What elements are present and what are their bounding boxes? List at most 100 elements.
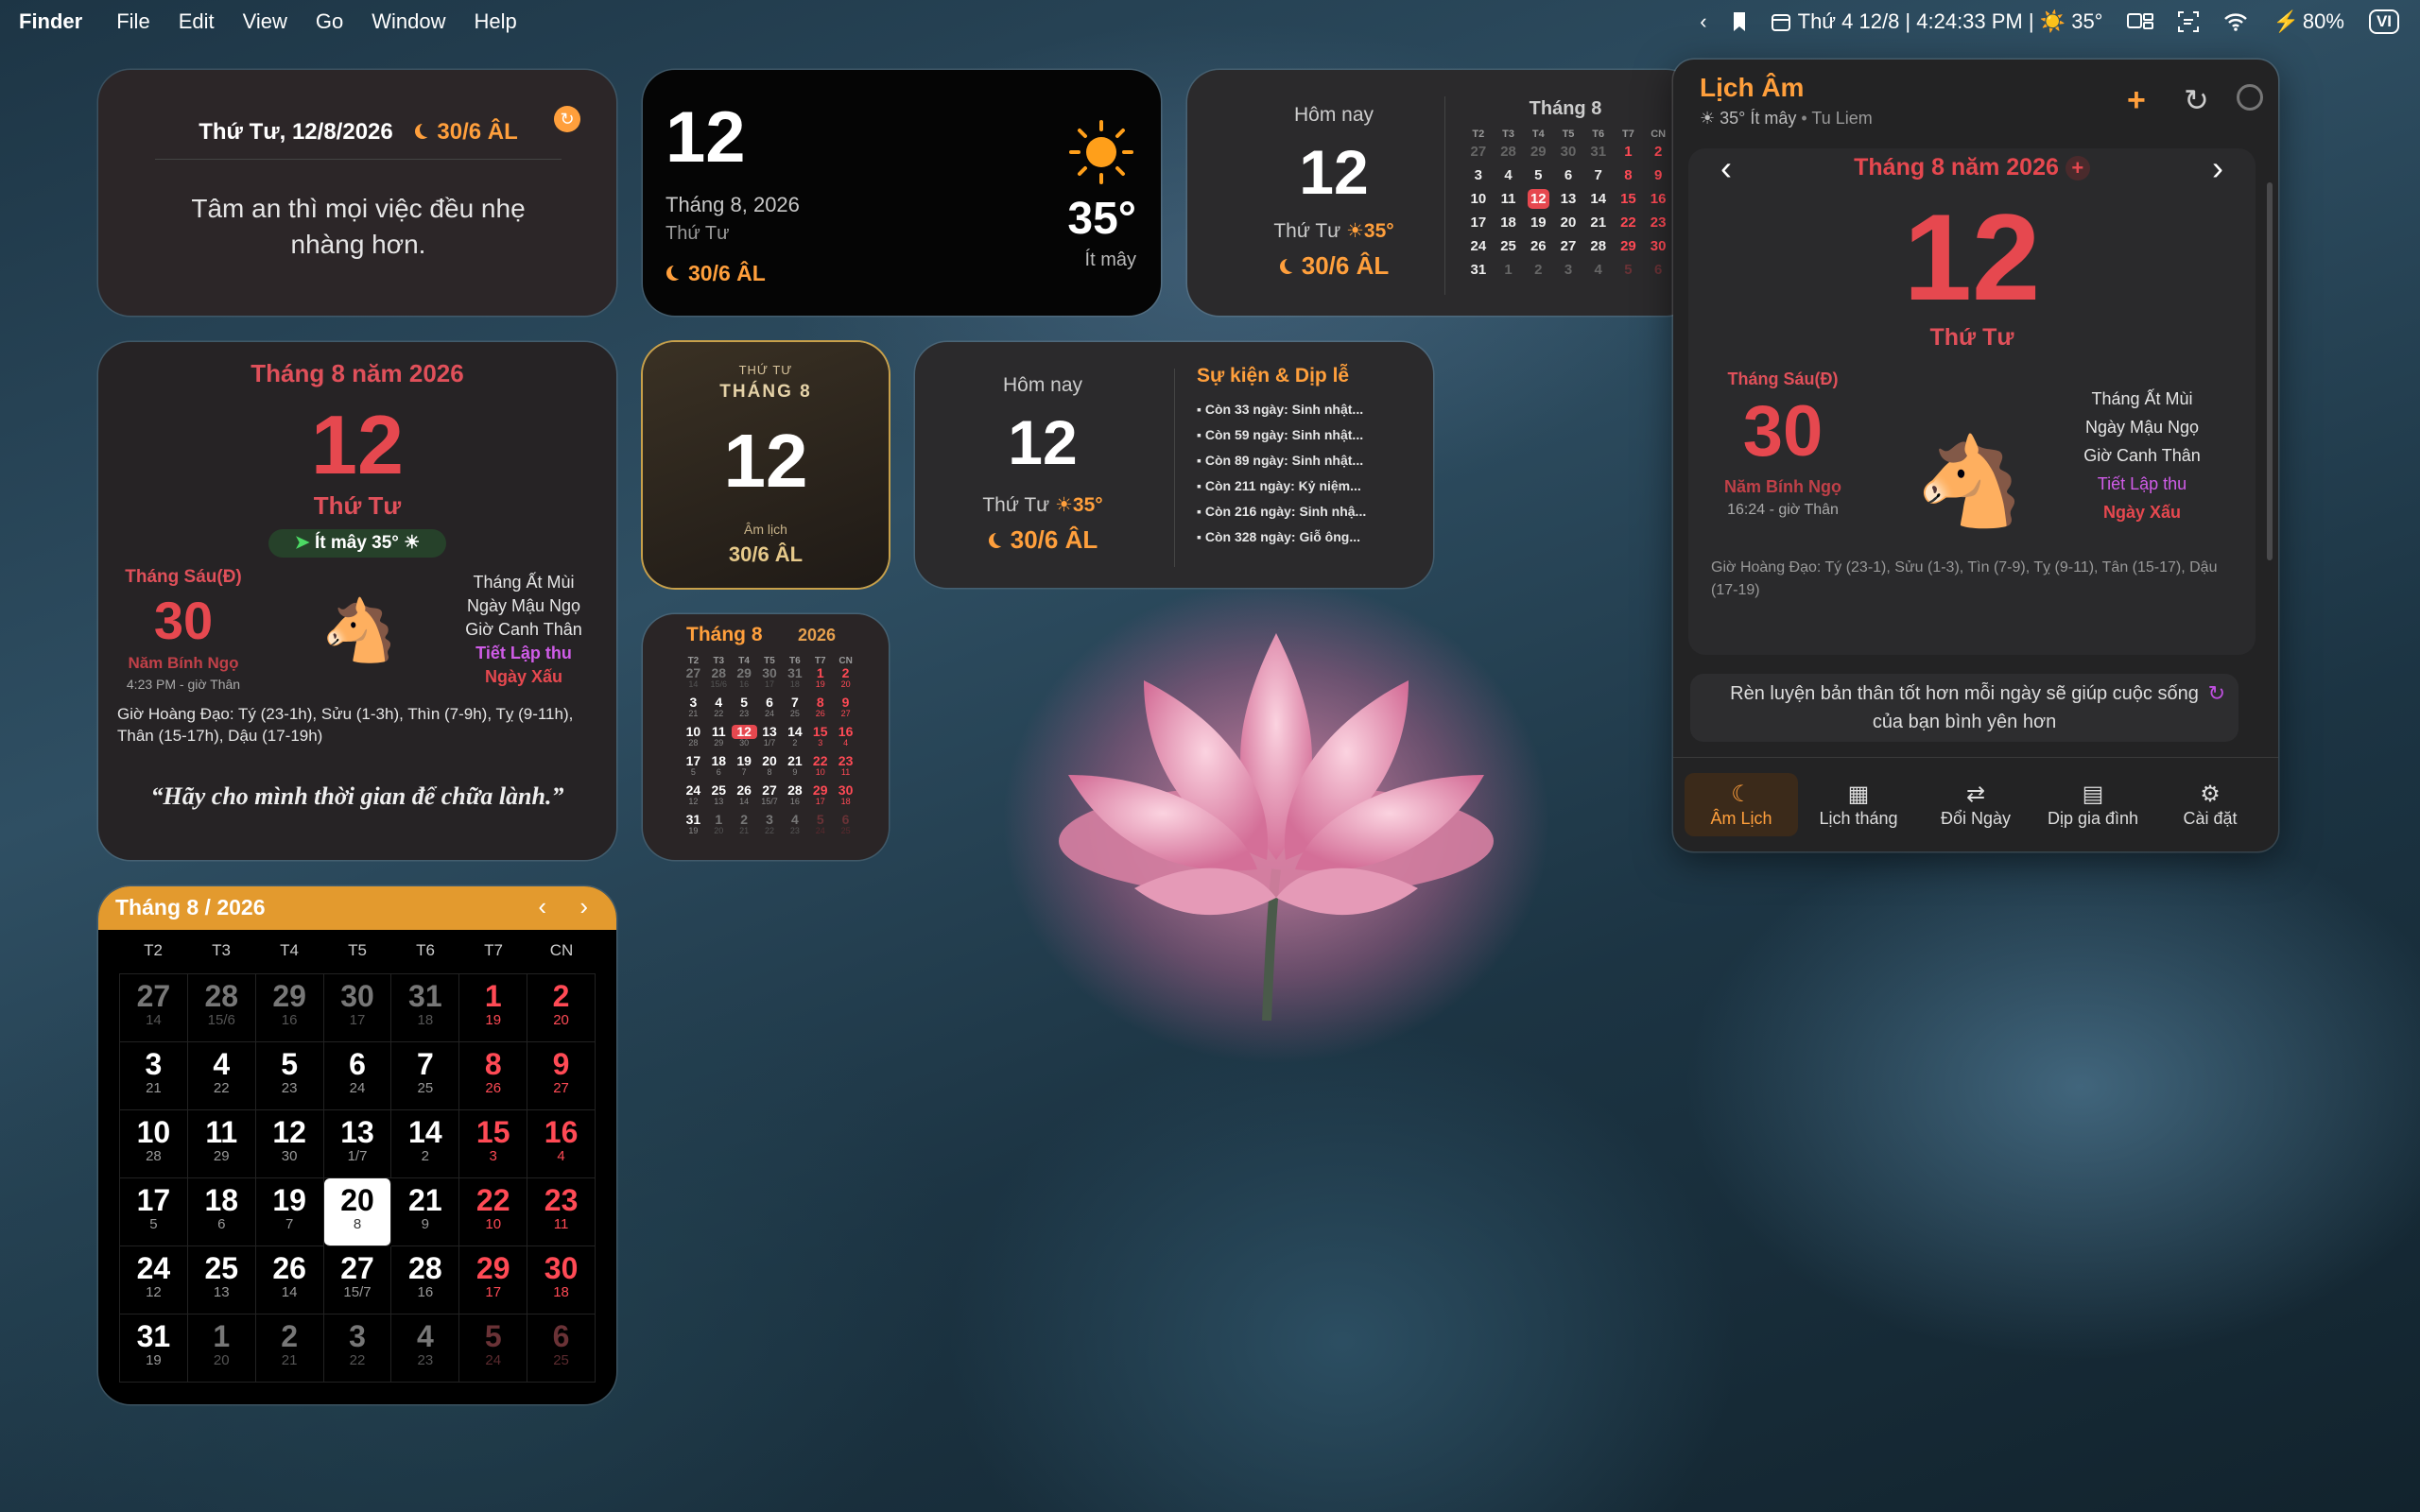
day-cell[interactable]: 22 <box>1614 211 1644 234</box>
day-cell[interactable]: 30 <box>1643 234 1673 258</box>
widget-small-month[interactable]: Tháng 8 2026 T2 T3 T4 T5 T6 T7 CN 27 14 28 15/6 29 1… <box>643 614 889 860</box>
menu-app-finder[interactable]: Finder <box>19 9 82 34</box>
widget-day-detail[interactable]: Tháng 8 năm 2026 12 Thứ Tư ➤ Ít mây 35° … <box>98 342 616 860</box>
menu-edit[interactable]: Edit <box>179 9 215 34</box>
day-cell[interactable]: 18 6 <box>706 754 732 783</box>
refresh-icon[interactable]: ↻ <box>554 106 580 132</box>
display-icon[interactable] <box>2127 12 2154 31</box>
day-cell[interactable]: 15 3 <box>459 1110 528 1178</box>
day-cell[interactable]: 1 <box>1494 258 1524 282</box>
day-cell[interactable]: 8 <box>1614 163 1644 187</box>
day-cell[interactable]: 14 2 <box>782 725 807 754</box>
day-cell[interactable]: 3 22 <box>323 1314 392 1383</box>
menu-file[interactable]: File <box>116 9 149 34</box>
refresh-icon[interactable]: ↻ <box>2208 679 2225 708</box>
scrollbar[interactable] <box>2267 182 2273 560</box>
day-cell[interactable]: 8 26 <box>807 696 833 725</box>
power-icon[interactable] <box>2237 84 2263 111</box>
day-cell[interactable]: 6 24 <box>757 696 783 725</box>
day-cell[interactable]: 24 12 <box>681 783 706 813</box>
day-cell[interactable]: 19 7 <box>732 754 757 783</box>
day-cell[interactable]: 29 17 <box>807 783 833 813</box>
day-cell[interactable]: 28 <box>1494 140 1524 163</box>
day-cell[interactable]: 28 16 <box>782 783 807 813</box>
day-cell[interactable]: 27 14 <box>120 974 188 1042</box>
day-cell[interactable]: 1 19 <box>459 974 528 1042</box>
day-cell[interactable]: 1 20 <box>706 813 732 842</box>
day-cell[interactable]: 23 11 <box>833 754 858 783</box>
day-cell[interactable]: 11 29 <box>187 1110 256 1178</box>
menu-go[interactable]: Go <box>316 9 343 34</box>
day-cell[interactable]: 26 14 <box>255 1246 324 1314</box>
menu-view[interactable]: View <box>243 9 287 34</box>
menu-help[interactable]: Help <box>475 9 517 34</box>
day-cell[interactable]: 23 <box>1643 211 1673 234</box>
day-cell[interactable]: 30 17 <box>757 666 783 696</box>
day-cell[interactable]: 28 16 <box>391 1246 460 1314</box>
day-cell[interactable]: 11 29 <box>706 725 732 754</box>
day-cell[interactable]: 5 23 <box>255 1042 324 1110</box>
day-cell[interactable]: 20 8 <box>323 1178 392 1246</box>
day-cell[interactable]: 27 <box>1463 140 1494 163</box>
day-cell[interactable]: 31 19 <box>681 813 706 842</box>
day-cell[interactable]: 27 14 <box>681 666 706 696</box>
day-cell[interactable]: 28 15/6 <box>187 974 256 1042</box>
next-month-button[interactable]: › <box>2212 148 2223 188</box>
day-cell[interactable]: 3 22 <box>757 813 783 842</box>
widget-quote[interactable]: Thứ Tư, 12/8/2026 30/6 ÂL ↻ Tâm an thì m… <box>98 70 616 316</box>
day-cell[interactable]: 7 25 <box>391 1042 460 1110</box>
calendar-status-item[interactable]: Thứ 4 12/8 | 4:24:33 PM | ☀️ 35° <box>1771 9 2102 34</box>
tab-lich-thang[interactable]: ▦ Lịch tháng <box>1802 773 1915 836</box>
day-cell[interactable]: 2 <box>1523 258 1553 282</box>
day-cell[interactable]: 10 28 <box>120 1110 188 1178</box>
add-icon[interactable]: + <box>2065 156 2090 180</box>
day-cell[interactable]: 3 <box>1553 258 1583 282</box>
day-cell[interactable]: 25 13 <box>187 1246 256 1314</box>
day-cell[interactable]: 27 <box>1553 234 1583 258</box>
wifi-icon[interactable] <box>2223 12 2248 31</box>
widget-month-calendar[interactable]: Tháng 8 / 2026 ‹ › T2 T3 T4 T5 T6 T7 CN 27 14 28… <box>98 886 616 1404</box>
day-cell[interactable]: 4 <box>1494 163 1524 187</box>
battery-status[interactable]: ⚡ 80% <box>2273 9 2343 34</box>
tab-doi-ngay[interactable]: ⇄ Đổi Ngày <box>1919 773 2032 836</box>
day-cell[interactable]: 16 4 <box>833 725 858 754</box>
add-icon[interactable]: + <box>2127 82 2146 119</box>
input-source-badge[interactable]: VI <box>2368 9 2399 34</box>
day-cell[interactable]: 17 5 <box>681 754 706 783</box>
day-cell[interactable]: 12 30 <box>255 1110 324 1178</box>
day-cell[interactable]: 26 14 <box>732 783 757 813</box>
day-cell[interactable]: 5 24 <box>807 813 833 842</box>
day-cell[interactable]: 5 24 <box>459 1314 528 1383</box>
widget-today-month[interactable]: Hôm nay 12 Thứ Tư ☀35° 30/6 ÂL Tháng 8 T… <box>1187 70 1698 316</box>
day-cell[interactable]: 26 <box>1523 234 1553 258</box>
day-cell[interactable]: 13 <box>1553 187 1583 211</box>
day-cell[interactable]: 7 25 <box>782 696 807 725</box>
day-cell[interactable]: 15 <box>1614 187 1644 211</box>
day-cell[interactable]: 25 <box>1494 234 1524 258</box>
day-cell[interactable]: 13 1/7 <box>757 725 783 754</box>
day-cell[interactable]: 4 22 <box>187 1042 256 1110</box>
tab-dip-gia-dinh[interactable]: ▤ Dịp gia đình <box>2036 773 2150 836</box>
day-cell[interactable]: 20 8 <box>757 754 783 783</box>
day-cell[interactable]: 6 <box>1553 163 1583 187</box>
day-cell[interactable]: 31 18 <box>391 974 460 1042</box>
day-cell[interactable]: 20 <box>1553 211 1583 234</box>
day-cell[interactable]: 5 23 <box>732 696 757 725</box>
day-cell[interactable]: 21 <box>1583 211 1614 234</box>
day-cell[interactable]: 13 1/7 <box>323 1110 392 1178</box>
prev-month-button[interactable]: ‹ <box>538 892 546 921</box>
text-scan-icon[interactable] <box>2178 11 2200 32</box>
day-cell[interactable]: 2 20 <box>833 666 858 696</box>
day-cell[interactable]: 1 20 <box>187 1314 256 1383</box>
tab-cai-dat[interactable]: ⚙ Cài đặt <box>2153 773 2267 836</box>
day-cell[interactable]: 27 15/7 <box>757 783 783 813</box>
day-cell[interactable]: 11 <box>1494 187 1524 211</box>
day-cell[interactable]: 29 16 <box>732 666 757 696</box>
day-cell[interactable]: 28 <box>1583 234 1614 258</box>
day-cell[interactable]: 25 13 <box>706 783 732 813</box>
day-cell[interactable]: 3 <box>1463 163 1494 187</box>
day-cell[interactable]: 6 25 <box>527 1314 596 1383</box>
menu-window[interactable]: Window <box>372 9 445 34</box>
day-cell[interactable]: 4 <box>1583 258 1614 282</box>
day-cell[interactable]: 14 <box>1583 187 1614 211</box>
